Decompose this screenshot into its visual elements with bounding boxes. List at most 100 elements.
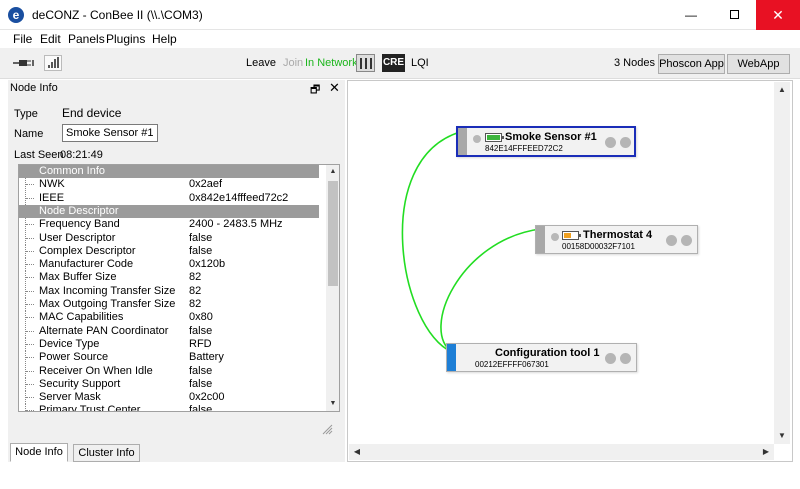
leave-network-button[interactable]: Leave [246, 57, 276, 69]
title-bar: e deCONZ - ConBee II (\\.\COM3) — ✕ [0, 0, 800, 30]
close-window-button[interactable]: ✕ [756, 0, 800, 30]
lqi-toggle[interactable]: LQI [411, 57, 429, 69]
graph-scroll-up-icon[interactable]: ▲ [774, 82, 790, 98]
property-row[interactable]: Max Outgoing Transfer Size 82 [19, 298, 319, 311]
property-row[interactable]: Alternate PAN Coordinator false [19, 324, 319, 338]
type-value: End device [62, 106, 122, 120]
property-row[interactable]: Primary Trust Center false [19, 404, 319, 412]
property-row[interactable]: Manufacturer Code 0x120b [19, 258, 319, 272]
menu-plugins[interactable]: Plugins [106, 32, 145, 46]
property-value: 82 [189, 298, 202, 310]
menu-panels[interactable]: Panels [68, 32, 105, 46]
property-row[interactable]: Frequency Band 2400 - 2483.5 MHz [19, 218, 319, 232]
property-key: Max Incoming Transfer Size [39, 284, 176, 297]
webapp-button[interactable]: WebApp [727, 54, 790, 74]
property-value: false [189, 324, 213, 337]
tree-section-header[interactable]: Common Info [19, 165, 319, 178]
property-row[interactable]: Power Source Battery [19, 351, 319, 365]
property-key: IEEE [39, 191, 65, 204]
property-key: Device Type [39, 337, 100, 350]
panel-header: Node Info 🗗 ✕ [8, 80, 345, 96]
property-key: User Descriptor [39, 231, 116, 244]
property-row[interactable]: MAC Capabilities 0x80 [19, 311, 319, 325]
node-mac: 842E14FFFEED72C2 [485, 144, 563, 153]
signal-strength-icon[interactable] [44, 55, 62, 71]
last-seen-label: Last Seen [14, 149, 64, 161]
scroll-up-icon[interactable]: ▲ [326, 165, 339, 179]
resize-grip-icon[interactable] [321, 423, 333, 435]
battery-full-icon [485, 133, 504, 142]
property-value: 0x2aef [189, 178, 223, 191]
close-panel-icon[interactable]: ✕ [329, 80, 340, 96]
graph-scroll-left-icon[interactable]: ◀ [349, 444, 365, 460]
phoscon-app-button[interactable]: Phoscon App [658, 54, 725, 74]
node-thermostat[interactable]: Thermostat 4 00158D00032F7101 [535, 225, 698, 254]
maximize-button[interactable] [716, 0, 752, 30]
section-title: Node Descriptor [39, 204, 119, 217]
tree-scrollbar[interactable]: ▲ ▼ [326, 165, 339, 411]
property-key: Manufacturer Code [39, 258, 134, 271]
node-cluster-out-button[interactable] [620, 137, 631, 148]
property-key: Max Outgoing Transfer Size [39, 298, 176, 310]
node-count-label: 3 Nodes [614, 57, 655, 69]
property-key: Alternate PAN Coordinator [39, 324, 169, 337]
tab-cluster-info[interactable]: Cluster Info [73, 444, 140, 462]
node-name-field[interactable] [62, 124, 158, 142]
graph-scroll-right-icon[interactable]: ▶ [758, 444, 774, 460]
tab-node-info[interactable]: Node Info [10, 443, 68, 462]
property-key: Power Source [39, 351, 109, 364]
property-row[interactable]: NWK 0x2aef [19, 178, 319, 192]
graph-vertical-scrollbar[interactable]: ▲ ▼ [774, 82, 790, 444]
property-value: false [189, 377, 213, 390]
node-name: Configuration tool 1 [495, 347, 600, 359]
property-value: 0x80 [189, 311, 213, 324]
graph-scroll-down-icon[interactable]: ▼ [774, 428, 790, 444]
node-smoke-sensor[interactable]: Smoke Sensor #1 842E14FFFEED72C2 [456, 126, 636, 157]
scroll-down-icon[interactable]: ▼ [326, 397, 339, 411]
property-value: false [189, 244, 213, 257]
property-row[interactable]: Max Buffer Size 82 [19, 271, 319, 285]
node-configuration-tool[interactable]: Configuration tool 1 00212EFFFF067301 [446, 343, 637, 372]
property-key: Primary Trust Center [39, 404, 141, 412]
property-value: 0x842e14fffeed72c2 [189, 191, 289, 204]
property-row[interactable]: Server Mask 0x2c00 [19, 391, 319, 405]
property-row[interactable]: Max Incoming Transfer Size 82 [19, 284, 319, 298]
property-key: MAC Capabilities [39, 311, 124, 324]
scroll-thumb[interactable] [328, 181, 338, 286]
connect-plug-icon[interactable] [13, 57, 35, 69]
node-cluster-out-button[interactable] [681, 235, 692, 246]
node-info-panel: Node Info 🗗 ✕ Type End device Name Last … [8, 80, 345, 462]
property-row[interactable]: Device Type RFD [19, 337, 319, 351]
deconz-app-icon: e [8, 7, 24, 23]
cre-toggle[interactable]: CRE [382, 54, 405, 72]
property-value: 82 [189, 284, 202, 297]
join-network-button[interactable]: Join [283, 57, 303, 69]
property-value: false [189, 404, 213, 412]
menu-edit[interactable]: Edit [40, 32, 61, 46]
property-row[interactable]: Security Support false [19, 377, 319, 391]
node-name: Thermostat 4 [583, 229, 653, 241]
graph-horizontal-scrollbar[interactable]: ◀ ▶ [349, 444, 774, 460]
node-mac: 00212EFFFF067301 [475, 360, 549, 369]
tree-section-header[interactable]: Node Descriptor [19, 204, 319, 218]
property-value: 0x120b [189, 258, 226, 271]
node-status-dot [551, 233, 559, 241]
property-key: Max Buffer Size [39, 271, 117, 284]
node-cluster-in-button[interactable] [666, 235, 677, 246]
float-panel-icon[interactable]: 🗗 [310, 81, 320, 100]
property-row[interactable]: Receiver On When Idle false [19, 364, 319, 378]
window-title: deCONZ - ConBee II (\\.\COM3) [32, 8, 203, 22]
menu-help[interactable]: Help [152, 32, 177, 46]
name-label: Name [14, 128, 44, 140]
coordinator-stripe [447, 344, 456, 371]
property-row[interactable]: User Descriptor false [19, 231, 319, 245]
property-row[interactable]: Complex Descriptor false [19, 244, 319, 258]
node-cluster-in-button[interactable] [605, 137, 616, 148]
node-cluster-in-button[interactable] [605, 353, 616, 364]
menu-file[interactable]: File [13, 32, 32, 46]
property-row[interactable]: IEEE 0x842e14fffeed72c2 [19, 191, 319, 205]
node-cluster-out-button[interactable] [620, 353, 631, 364]
minimize-button[interactable]: — [673, 0, 709, 30]
equalizer-icon[interactable] [356, 54, 375, 72]
node-info-tree[interactable]: Common Info NWK 0x2aef IEEE 0x842e14fffeed72… [18, 164, 340, 412]
